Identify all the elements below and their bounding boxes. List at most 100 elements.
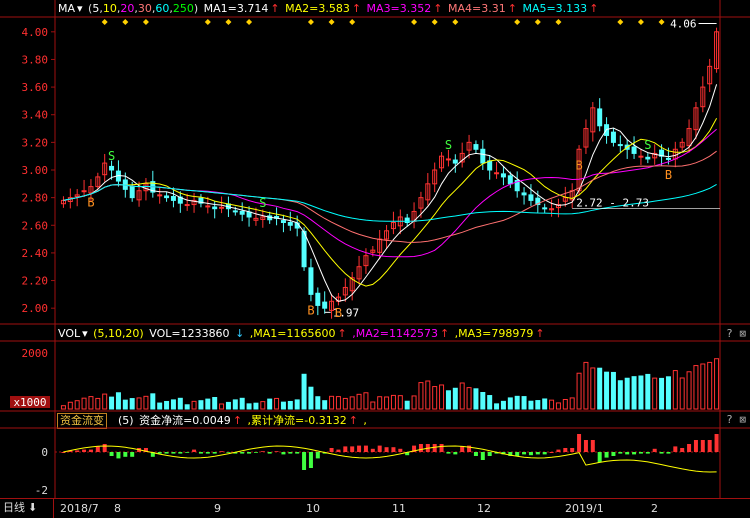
candle-body	[239, 210, 245, 215]
flow-bar	[198, 452, 203, 454]
vol-bar	[535, 400, 541, 410]
stock-chart[interactable]: 4.00 3.80 3.60 3.40 3.20 3.00 2.80 2.60 2.40 2.20…	[0, 0, 750, 498]
candle-body	[246, 211, 252, 218]
candle-body	[631, 146, 637, 154]
vol-bar	[707, 361, 713, 410]
vol-bar	[122, 399, 128, 410]
price-axis-label: 2.20	[22, 275, 49, 288]
flow-bar	[281, 452, 286, 455]
flow-bar	[336, 449, 341, 452]
vol-bar	[225, 401, 231, 410]
flow-bar	[109, 452, 114, 456]
candle-body	[610, 131, 616, 143]
diamond-marker	[122, 19, 129, 25]
vol-bar	[253, 402, 259, 410]
candle-body	[597, 108, 603, 127]
vol-bar	[480, 392, 486, 410]
candle-body	[542, 207, 548, 210]
vol-bar	[576, 372, 582, 410]
flow-bar	[226, 452, 231, 453]
flow-bar	[357, 445, 362, 452]
vol-bar	[638, 375, 644, 410]
candle-body	[452, 159, 458, 164]
vol-bar	[129, 398, 135, 410]
diamond-marker	[431, 19, 438, 25]
candle-body	[129, 185, 135, 199]
candle-body	[480, 148, 486, 164]
vol-bar	[679, 377, 685, 410]
x-label-7: 2	[651, 502, 658, 515]
signal-B: B	[665, 168, 672, 182]
flow-bar	[673, 446, 678, 452]
price-axis-label: 2.60	[22, 219, 49, 232]
flow-bar	[384, 447, 389, 452]
vol-bar	[624, 377, 630, 410]
vol-bar	[500, 400, 506, 410]
vol-bar	[418, 382, 424, 410]
vol-bar	[177, 397, 183, 410]
vol-bar	[549, 399, 555, 410]
vol-axis-label: 2000	[22, 347, 49, 360]
vol-bar	[170, 399, 176, 410]
flow-bar	[350, 446, 355, 452]
candle-body	[404, 217, 410, 224]
flow-bar	[418, 444, 423, 452]
flow-cum-line	[63, 445, 717, 473]
period-tab[interactable]: 日线 ⬇	[0, 499, 54, 518]
flow-bar	[487, 452, 492, 456]
x-label-5: 12	[477, 502, 491, 515]
diamond-marker	[101, 19, 108, 25]
vol-bar	[342, 397, 348, 410]
vol-bar	[150, 393, 156, 410]
diamond-marker	[617, 19, 624, 25]
vol-bar	[390, 394, 396, 410]
diamond-marker	[307, 19, 314, 25]
candle-body	[617, 144, 623, 147]
vol-bar	[239, 397, 245, 410]
vol-bar	[672, 370, 678, 410]
vol-bar	[604, 371, 610, 410]
vol-bar	[294, 399, 300, 410]
vol-bar	[363, 392, 369, 410]
vol-bar	[659, 377, 665, 410]
flow-bar	[315, 452, 320, 459]
flow-bar	[260, 451, 265, 452]
vol-bar	[432, 386, 438, 410]
vol-bar	[280, 401, 286, 410]
flow-bar	[363, 445, 368, 452]
flow-bar	[308, 452, 313, 468]
price-axis-label: 2.00	[22, 302, 49, 315]
price-axis-label: 4.00	[22, 26, 49, 39]
flow-bar	[82, 449, 87, 452]
vol-bar	[583, 361, 589, 410]
vol-unit-label: x1000	[13, 396, 46, 409]
diamond-marker	[142, 19, 149, 25]
flow-bar	[570, 448, 575, 452]
diamond-marker	[225, 19, 232, 25]
flow-bar	[178, 452, 183, 454]
candle-body	[232, 210, 238, 213]
time-axis-bar: 日线 ⬇ 2018/7 8 9 10 11 12 2019/1 2	[0, 498, 750, 518]
vol-bar	[384, 396, 390, 410]
flow-bar	[439, 444, 444, 452]
signal-S: S	[108, 149, 115, 163]
vol-bar	[700, 363, 706, 410]
vol-bar	[562, 398, 568, 410]
x-label-2: 9	[214, 502, 221, 515]
diamond-marker	[555, 19, 562, 25]
vol-bar	[404, 400, 410, 410]
flow-bar	[302, 452, 307, 470]
vol-bar	[590, 367, 596, 410]
vol-bar	[686, 371, 692, 410]
vol-bar	[494, 403, 500, 410]
diamond-marker	[411, 19, 418, 25]
flow-bar	[590, 440, 595, 452]
vol-bar	[287, 400, 293, 410]
flow-bar	[535, 452, 540, 455]
candle-body	[170, 196, 176, 201]
vol-bar	[617, 380, 623, 410]
flow-bar	[583, 440, 588, 452]
signal-S: S	[644, 138, 651, 152]
price-axis-label: 2.80	[22, 192, 49, 205]
vol-bar	[445, 390, 451, 410]
